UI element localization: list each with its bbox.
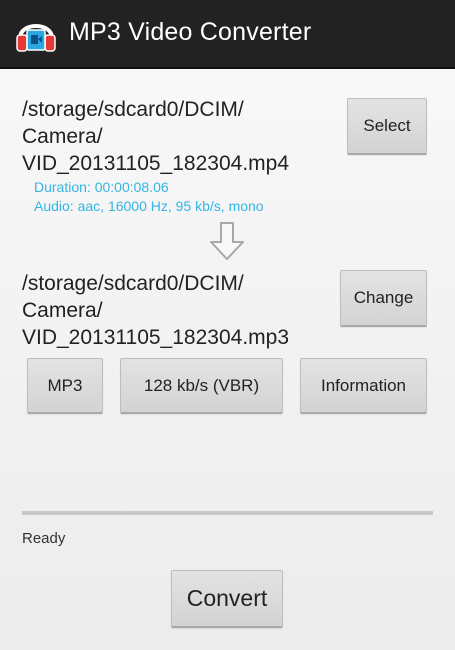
source-path-line: /storage/sdcard0/DCIM/ — [22, 98, 244, 121]
change-button[interactable]: Change — [340, 270, 427, 327]
action-bar: MP3 Video Converter — [0, 0, 455, 69]
headphones-video-icon — [16, 24, 56, 52]
app-title: MP3 Video Converter — [69, 18, 312, 46]
source-path-line: Camera/ — [22, 125, 103, 148]
output-path-line: /storage/sdcard0/DCIM/ — [22, 272, 244, 295]
duration-text: Duration: 00:00:08.06 — [34, 179, 169, 195]
format-button[interactable]: MP3 — [27, 358, 103, 414]
output-path: /storage/sdcard0/DCIM/ Camera/ VID_20131… — [22, 270, 289, 351]
output-path-line: Camera/ — [22, 299, 103, 322]
status-text: Ready — [22, 530, 66, 547]
audio-info-text: Audio: aac, 16000 Hz, 95 kb/s, mono — [34, 198, 264, 214]
convert-button[interactable]: Convert — [171, 570, 283, 628]
arrow-down-icon — [210, 222, 244, 260]
information-button[interactable]: Information — [300, 358, 427, 414]
select-button[interactable]: Select — [347, 98, 427, 155]
source-info: Duration: 00:00:08.06 Audio: aac, 16000 … — [34, 178, 264, 216]
bitrate-button[interactable]: 128 kb/s (VBR) — [120, 358, 283, 414]
source-path: /storage/sdcard0/DCIM/ Camera/ VID_20131… — [22, 96, 289, 177]
output-path-line: VID_20131105_182304.mp3 — [22, 326, 290, 349]
progress-bar — [22, 511, 433, 515]
source-path-line: VID_20131105_182304.mp4 — [22, 152, 290, 175]
